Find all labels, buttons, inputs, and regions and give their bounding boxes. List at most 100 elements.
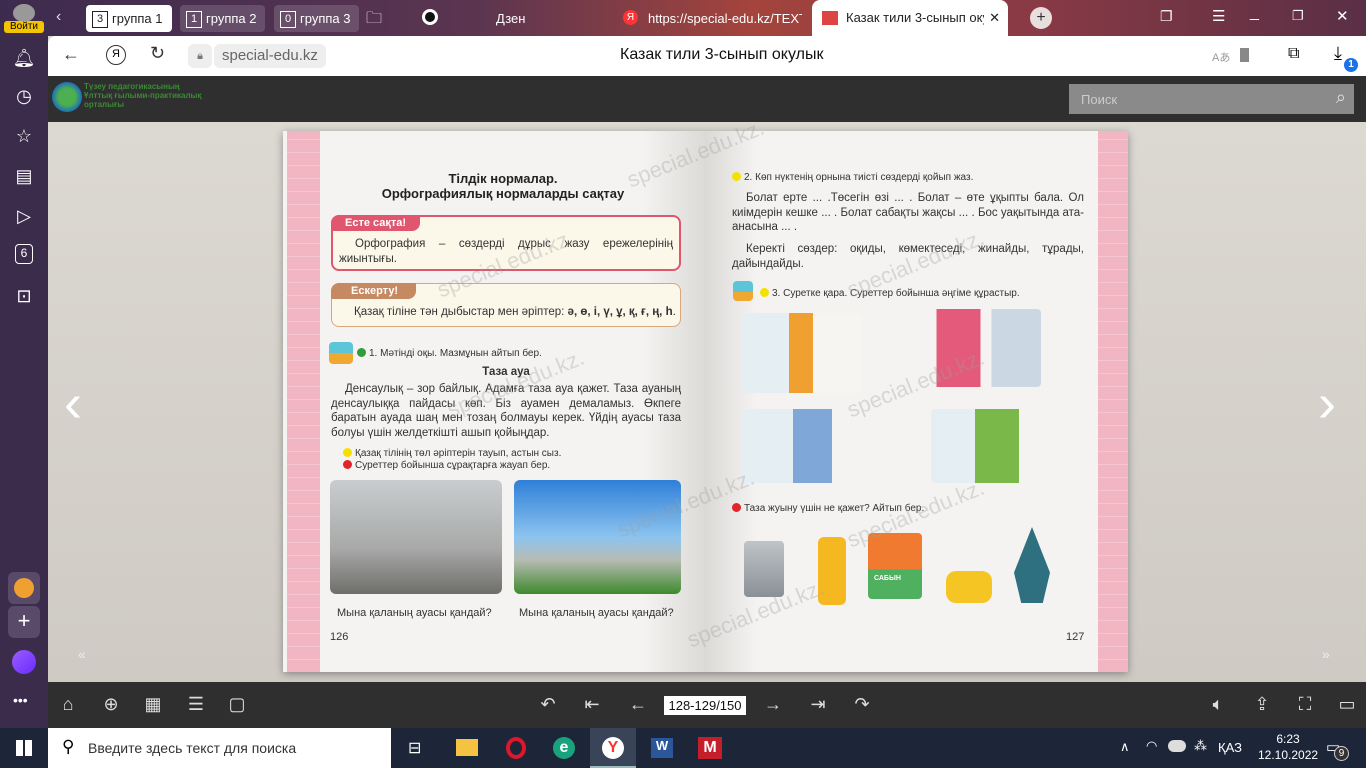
prev-page-arrow[interactable]: ‹ <box>64 372 82 434</box>
clock-time: 6:23 <box>1276 732 1300 746</box>
back-button[interactable]: ← <box>62 44 80 65</box>
comment-icon[interactable]: ▭ <box>1335 694 1359 715</box>
faucet-illustration <box>744 541 784 597</box>
word-icon[interactable]: W <box>651 738 673 758</box>
tab-special-edu[interactable]: https://special-edu.kz/TEXT <box>642 5 802 32</box>
search-icon[interactable]: ⌕ <box>1336 87 1346 108</box>
tab-dzen[interactable]: Дзен <box>490 5 600 32</box>
first-page-corner-icon[interactable]: « <box>78 646 86 662</box>
start-button[interactable] <box>16 740 32 756</box>
yandex-icon: Я <box>623 10 638 25</box>
bookmark-page-icon[interactable]: ▢ <box>225 694 249 715</box>
menu-icon[interactable]: ☰ <box>1212 7 1225 25</box>
back-tabs-icon[interactable]: ‹ <box>56 8 61 26</box>
edge-icon[interactable]: e <box>553 737 575 759</box>
new-group-icon[interactable]: 🗀 <box>366 7 382 34</box>
next-page-icon[interactable]: → <box>761 694 785 715</box>
home-icon[interactable]: ⌂ <box>56 694 80 715</box>
book-spread: Тілдік нормалар. Орфографиялық нормалард… <box>283 115 1128 672</box>
alice-icon[interactable] <box>12 650 36 674</box>
task-2: 2. Көп нүктенің орнына тиісті сөздерді қ… <box>732 171 973 185</box>
app-icon[interactable]: M <box>698 737 722 759</box>
more-icon[interactable]: ••• <box>13 692 28 708</box>
note-text-main: Қазақ тіліне тән дыбыстар мен әріптер: <box>354 306 568 318</box>
collections-icon[interactable]: ❐ <box>1160 8 1173 25</box>
zen-icon <box>422 9 438 25</box>
tray-chevron-icon[interactable]: ∧ <box>1120 739 1130 755</box>
zoom-in-icon[interactable]: ⊕ <box>99 694 123 715</box>
logo-text: Түзеу педагогикасының Ұлттық ғылыми-прак… <box>84 82 201 109</box>
share-icon[interactable]: ⇪ <box>1250 694 1274 715</box>
logo-line: Түзеу педагогикасының <box>84 82 180 91</box>
page-indicator-input[interactable]: 128-129/150 <box>664 696 746 715</box>
search-input[interactable]: Поиск ⌕ <box>1069 84 1354 114</box>
yandex-browser-taskbar-icon[interactable]: Y <box>590 728 636 768</box>
download-icon[interactable]: ⤓ <box>1334 43 1342 64</box>
subtask-text: Қазақ тілінің төл әріптерін тауып, астын… <box>355 448 562 459</box>
sound-icon[interactable]: 🔈︎ <box>1206 694 1230 715</box>
yellow-dot <box>732 172 741 181</box>
close-tab-icon[interactable]: ✕ <box>989 0 1000 36</box>
onedrive-icon[interactable] <box>1168 740 1186 752</box>
bookmark-icon[interactable] <box>1240 48 1249 62</box>
thumbnails-icon[interactable]: ▦ <box>141 694 165 715</box>
tab-group-1[interactable]: 3 группа 1 <box>86 5 172 32</box>
reload-button[interactable]: ↻ <box>150 43 165 64</box>
tab-label: Дзен <box>496 11 526 26</box>
app-mail-icon[interactable] <box>8 572 40 604</box>
bell-icon[interactable]: 🔔︎ <box>12 46 36 70</box>
task-1: 1. Мәтінді оқы. Мазмұнын айтып бер. <box>357 347 542 361</box>
note-box: Ескерту! Қазақ тіліне тән дыбыстар мен ә… <box>331 283 681 327</box>
notes-icon[interactable]: ▤ <box>12 164 36 188</box>
clock-date: 12.10.2022 <box>1258 748 1319 762</box>
picture-icon <box>733 281 753 301</box>
clock[interactable]: 6:23 12.10.2022 <box>1258 731 1318 763</box>
site-logo[interactable] <box>52 82 82 112</box>
wifi-icon[interactable]: ◠ <box>1146 738 1157 754</box>
badge-6-icon[interactable]: 6 <box>15 244 33 264</box>
star-icon[interactable]: ☆ <box>12 124 36 148</box>
fullscreen-icon[interactable]: ⛶ <box>1293 694 1317 715</box>
redo-icon[interactable]: ↷ <box>850 694 874 715</box>
extensions-icon[interactable]: ⧉ <box>1288 45 1299 63</box>
login-button[interactable]: Войти <box>4 21 44 33</box>
task-view-icon[interactable]: ⊟ <box>408 738 421 758</box>
yandex-home-button[interactable]: Я <box>106 45 126 65</box>
history-icon[interactable]: ◷ <box>12 84 36 108</box>
viewer-toolbar: ⌂ ⊕ ▦ ☰ ▢ ↶ ⇤ ← 128-129/150 → ⇥ ↷ 🔈︎ ⇪ ⛶… <box>48 682 1366 728</box>
browser-sidebar: 🔔︎ ◷ ☆ ▤ ▷ 6 ⊡ + ••• <box>0 36 48 728</box>
next-page-arrow[interactable]: › <box>1318 372 1336 434</box>
language-indicator[interactable]: ҚАЗ <box>1218 740 1242 755</box>
last-page-corner-icon[interactable]: » <box>1322 646 1330 662</box>
table-of-contents-icon[interactable]: ☰ <box>184 694 208 715</box>
file-explorer-icon[interactable] <box>456 739 478 756</box>
last-page-icon[interactable]: ⇥ <box>806 694 830 715</box>
url-field[interactable]: special-edu.kz <box>214 44 326 68</box>
first-page-icon[interactable]: ⇤ <box>580 694 604 715</box>
screenshot-icon[interactable]: ⊡ <box>12 284 36 308</box>
taskbar-search-input[interactable]: ⚲ Введите здесь текст для поиска <box>48 728 391 768</box>
opera-icon[interactable] <box>506 737 526 759</box>
tab-group-3[interactable]: 0 группа 3 <box>274 5 359 32</box>
prev-page-icon[interactable]: ← <box>626 694 650 715</box>
sponge-illustration <box>946 571 992 603</box>
shampoo-bottle-illustration <box>818 537 846 605</box>
add-app-icon[interactable]: + <box>8 606 40 638</box>
tab-bar: Войти ‹ 3 группа 1 1 группа 2 0 группа 3 🗀 … <box>0 0 1366 36</box>
boy-washing-hands-illustration <box>931 409 1041 483</box>
translate-icon[interactable]: Aあ <box>1212 49 1230 65</box>
restore-button[interactable]: ❐ <box>1292 8 1304 24</box>
new-tab-button[interactable]: + <box>1030 7 1052 29</box>
profile-avatar[interactable] <box>13 4 35 22</box>
site-header: Түзеу педагогикасының Ұлттық ғылыми-прак… <box>48 76 1366 122</box>
tab-group-2[interactable]: 1 группа 2 <box>180 5 265 32</box>
minimize-button[interactable]: _ <box>1250 4 1259 22</box>
tab-active[interactable]: Казак тили 3-сынып окулык ✕ <box>812 0 1008 36</box>
undo-icon[interactable]: ↶ <box>536 694 560 715</box>
green-dot <box>357 348 366 357</box>
play-icon[interactable]: ▷ <box>12 204 36 228</box>
network-error-icon[interactable]: ⁂ <box>1194 738 1207 754</box>
close-window-button[interactable]: ✕ <box>1336 7 1349 25</box>
task-4: Таза жуыну үшін не қажет? Айтып бер. <box>732 502 924 516</box>
lock-icon[interactable]: 🔒︎ <box>188 44 212 68</box>
